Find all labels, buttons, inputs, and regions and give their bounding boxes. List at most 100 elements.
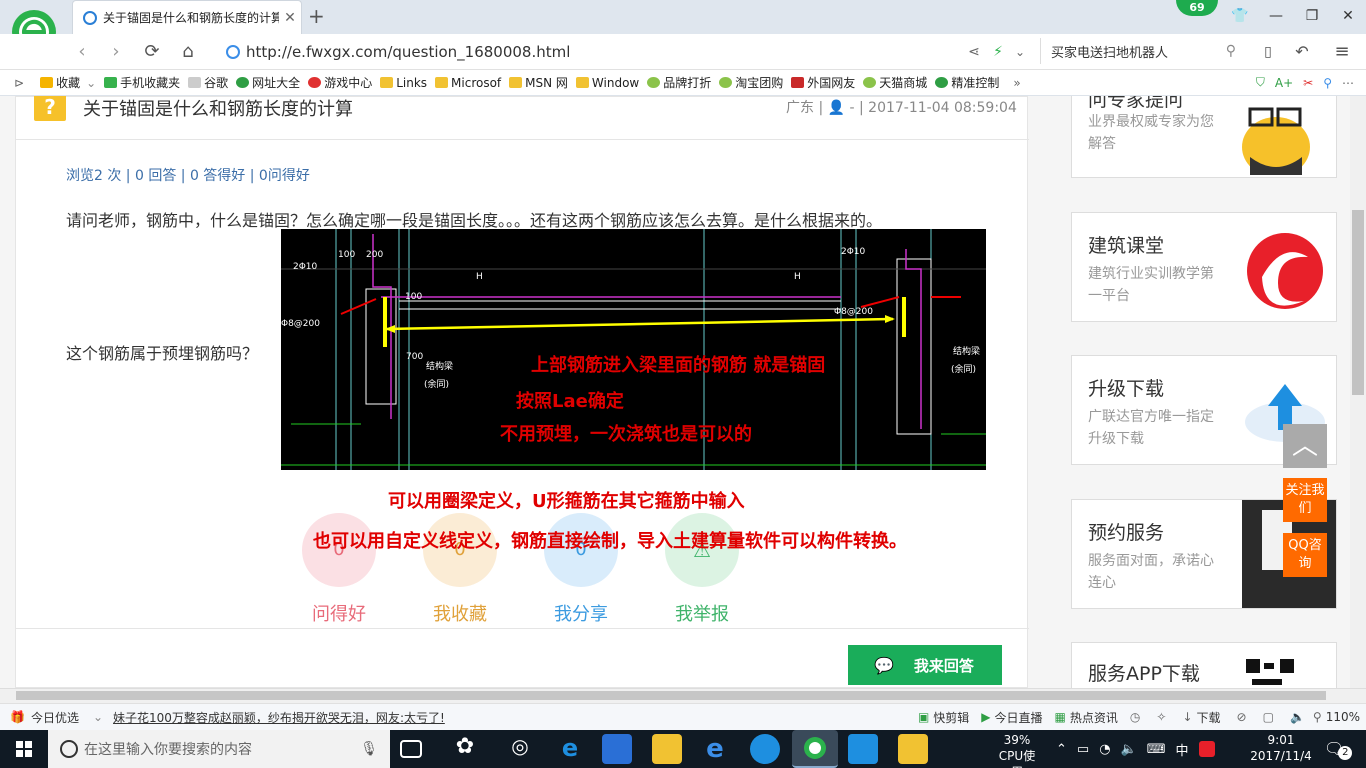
network-icon[interactable]: ◔ xyxy=(1099,742,1110,757)
browser-taskbar-icon[interactable] xyxy=(792,730,838,768)
restore-button[interactable]: ❐ xyxy=(1294,4,1330,28)
input-method[interactable]: 中 xyxy=(1176,740,1189,759)
edge-icon[interactable]: e xyxy=(555,734,585,764)
more-icon[interactable]: ⋯ xyxy=(1342,76,1354,90)
bookmark-item[interactable]: 谷歌 xyxy=(188,74,228,91)
search-icon[interactable]: ⚲ xyxy=(1226,43,1236,59)
vertical-scroll-thumb[interactable] xyxy=(1352,210,1364,395)
chevron-down-icon[interactable]: ⌄ xyxy=(93,710,103,724)
window-icon[interactable]: ▢ xyxy=(1263,710,1274,724)
store-icon[interactable] xyxy=(602,734,632,764)
bookmark-folder[interactable]: Links xyxy=(380,76,427,90)
cad-label: Φ8@200 xyxy=(281,319,320,329)
app-fan-icon[interactable]: ✿ xyxy=(450,734,480,764)
keyboard-icon[interactable]: ⌨ xyxy=(1147,742,1166,757)
cortana-icon xyxy=(60,740,78,758)
chevron-down-icon[interactable]: ⌄ xyxy=(1008,40,1032,64)
app-swirl-icon[interactable]: ◎ xyxy=(505,734,535,764)
bookmark-folder[interactable]: Window xyxy=(575,76,639,90)
windows-start-button[interactable] xyxy=(0,730,48,768)
sidebar-card-app[interactable]: 服务APP下载 xyxy=(1071,642,1337,688)
magnifier-icon[interactable]: ⚲ xyxy=(1323,76,1332,90)
follow-us-button[interactable]: 关注我们 xyxy=(1283,478,1327,522)
bookmark-item[interactable]: 淘宝团购 xyxy=(719,74,783,91)
taskbar-search-placeholder: 在这里输入你要搜索的内容 xyxy=(84,742,252,758)
microphone-icon[interactable]: 🎙 xyxy=(360,741,378,757)
more-bookmarks-icon[interactable]: » xyxy=(1013,76,1020,90)
quick-edit-link[interactable]: 快剪辑 xyxy=(933,709,969,726)
clean-icon[interactable]: ⊘ xyxy=(1237,710,1247,724)
folder-icon xyxy=(509,77,523,88)
bookmark-item[interactable]: 精准控制 xyxy=(935,74,999,91)
bookmark-item[interactable]: 天猫商城 xyxy=(863,74,927,91)
question-icon: ? xyxy=(34,96,66,121)
qq-consult-button[interactable]: QQ咨询 xyxy=(1283,533,1327,577)
cpu-usage[interactable]: 39% CPU使用 xyxy=(995,732,1039,768)
phone-icon[interactable]: ▯ xyxy=(1256,40,1280,64)
translate-icon[interactable]: A+ xyxy=(1275,76,1293,90)
file-explorer-icon[interactable] xyxy=(652,734,682,764)
chevron-up-icon[interactable]: ⌃ xyxy=(1056,742,1067,757)
leaf-icon xyxy=(647,77,661,88)
sidebar-toggle-icon[interactable]: ⊳ xyxy=(14,76,24,90)
pin-icon[interactable]: ✧ xyxy=(1156,710,1166,724)
volume-icon[interactable]: 🔈 xyxy=(1290,710,1305,724)
home-icon[interactable]: ⌂ xyxy=(176,40,200,64)
task-view-icon[interactable] xyxy=(400,740,422,758)
refresh-icon[interactable]: ⟳ xyxy=(140,40,164,64)
tab-close-icon[interactable]: ✕ xyxy=(279,10,301,26)
sidebar-card-subtitle: 建筑行业实训教学第一平台 xyxy=(1088,266,1214,304)
bookmark-item[interactable]: 手机收藏夹 xyxy=(104,74,180,91)
answer-button[interactable]: 💬 我来回答 xyxy=(848,645,1002,685)
share-icon[interactable]: ⋖ xyxy=(962,40,986,64)
bookmark-item[interactable]: 外国网友 xyxy=(791,74,855,91)
bookmark-folder[interactable]: MSN 网 xyxy=(509,74,568,91)
back-to-top-button[interactable]: ︿ xyxy=(1283,424,1327,468)
cad-label: H xyxy=(794,272,801,282)
browser-tab[interactable]: 关于锚固是什么和钢筋长度的计算 ✕ xyxy=(72,0,302,34)
horizontal-scroll-thumb[interactable] xyxy=(16,691,1326,700)
question-stats[interactable]: 浏览2 次 | 0 回答 | 0 答得好 | 0问得好 xyxy=(66,165,310,185)
bookmark-folder[interactable]: Microsof xyxy=(435,76,501,90)
report-label: 我举报 xyxy=(675,604,729,625)
taskbar-search[interactable]: 在这里输入你要搜索的内容 🎙 xyxy=(48,730,390,768)
bookmark-item[interactable]: 收藏 ⌄ xyxy=(40,74,96,91)
speed-icon[interactable]: ◷ xyxy=(1130,710,1140,724)
app-g-icon[interactable] xyxy=(750,734,780,764)
undo-icon[interactable]: ↶ xyxy=(1290,40,1314,64)
download-link[interactable]: 下载 xyxy=(1197,709,1221,726)
scissors-icon[interactable]: ✂ xyxy=(1303,76,1313,90)
search-input[interactable]: 买家电送扫地机器人 ⚲ xyxy=(1040,38,1244,64)
flag-icon xyxy=(791,77,805,88)
new-tab-icon[interactable]: + xyxy=(308,4,325,28)
bookmark-item[interactable]: 品牌打折 xyxy=(647,74,711,91)
bookmark-item[interactable]: 网址大全 xyxy=(236,74,300,91)
question-text: 请问老师，钢筋中，什么是锚固？怎么确定哪一段是锚固长度。。。还有这两个钢筋应该怎… xyxy=(66,211,883,230)
close-window-button[interactable]: ✕ xyxy=(1330,4,1366,28)
news-ticker[interactable]: 妹子花100万整容成赵丽颖，纱布揭开欲哭无泪，网友:太亏了! xyxy=(113,709,445,726)
address-bar[interactable]: http://e.fwxgx.com/question_1680008.html xyxy=(226,40,956,64)
shield-icon[interactable]: ⛉ xyxy=(1256,75,1265,90)
lightning-icon[interactable]: ⚡ xyxy=(986,40,1010,64)
minimize-button[interactable]: — xyxy=(1258,4,1294,28)
volume-icon[interactable]: 🔈 xyxy=(1121,742,1137,757)
shirt-icon[interactable]: 👕 xyxy=(1222,4,1258,28)
sidebar-card-class[interactable]: 建筑课堂 建筑行业实训教学第一平台 xyxy=(1071,212,1337,322)
back-icon[interactable]: ‹ xyxy=(70,40,94,64)
hot-news-link[interactable]: 热点资讯 xyxy=(1070,709,1118,726)
ie-icon[interactable]: e xyxy=(700,734,730,764)
live-link[interactable]: 今日直播 xyxy=(995,709,1043,726)
bookmark-item[interactable]: 游戏中心 xyxy=(308,74,372,91)
sidebar-card-expert[interactable]: 问专家提问 业界最权威专家为您解答 xyxy=(1071,96,1337,178)
menu-icon[interactable]: ≡ xyxy=(1330,40,1354,64)
action-center-icon[interactable]: 🗨 2 xyxy=(1324,736,1353,760)
clock[interactable]: 9:01 2017/11/4 xyxy=(1244,732,1318,764)
app-plus-icon[interactable] xyxy=(848,734,878,764)
battery-icon[interactable]: ▭ xyxy=(1077,742,1089,757)
forward-icon[interactable]: › xyxy=(104,40,128,64)
today-picks[interactable]: 今日优选 xyxy=(31,709,79,726)
zoom-level[interactable]: 110% xyxy=(1326,710,1360,724)
notepad-icon[interactable] xyxy=(898,734,928,764)
tab-title: 关于锚固是什么和钢筋长度的计算 xyxy=(103,11,279,25)
sogou-icon[interactable] xyxy=(1198,741,1215,757)
